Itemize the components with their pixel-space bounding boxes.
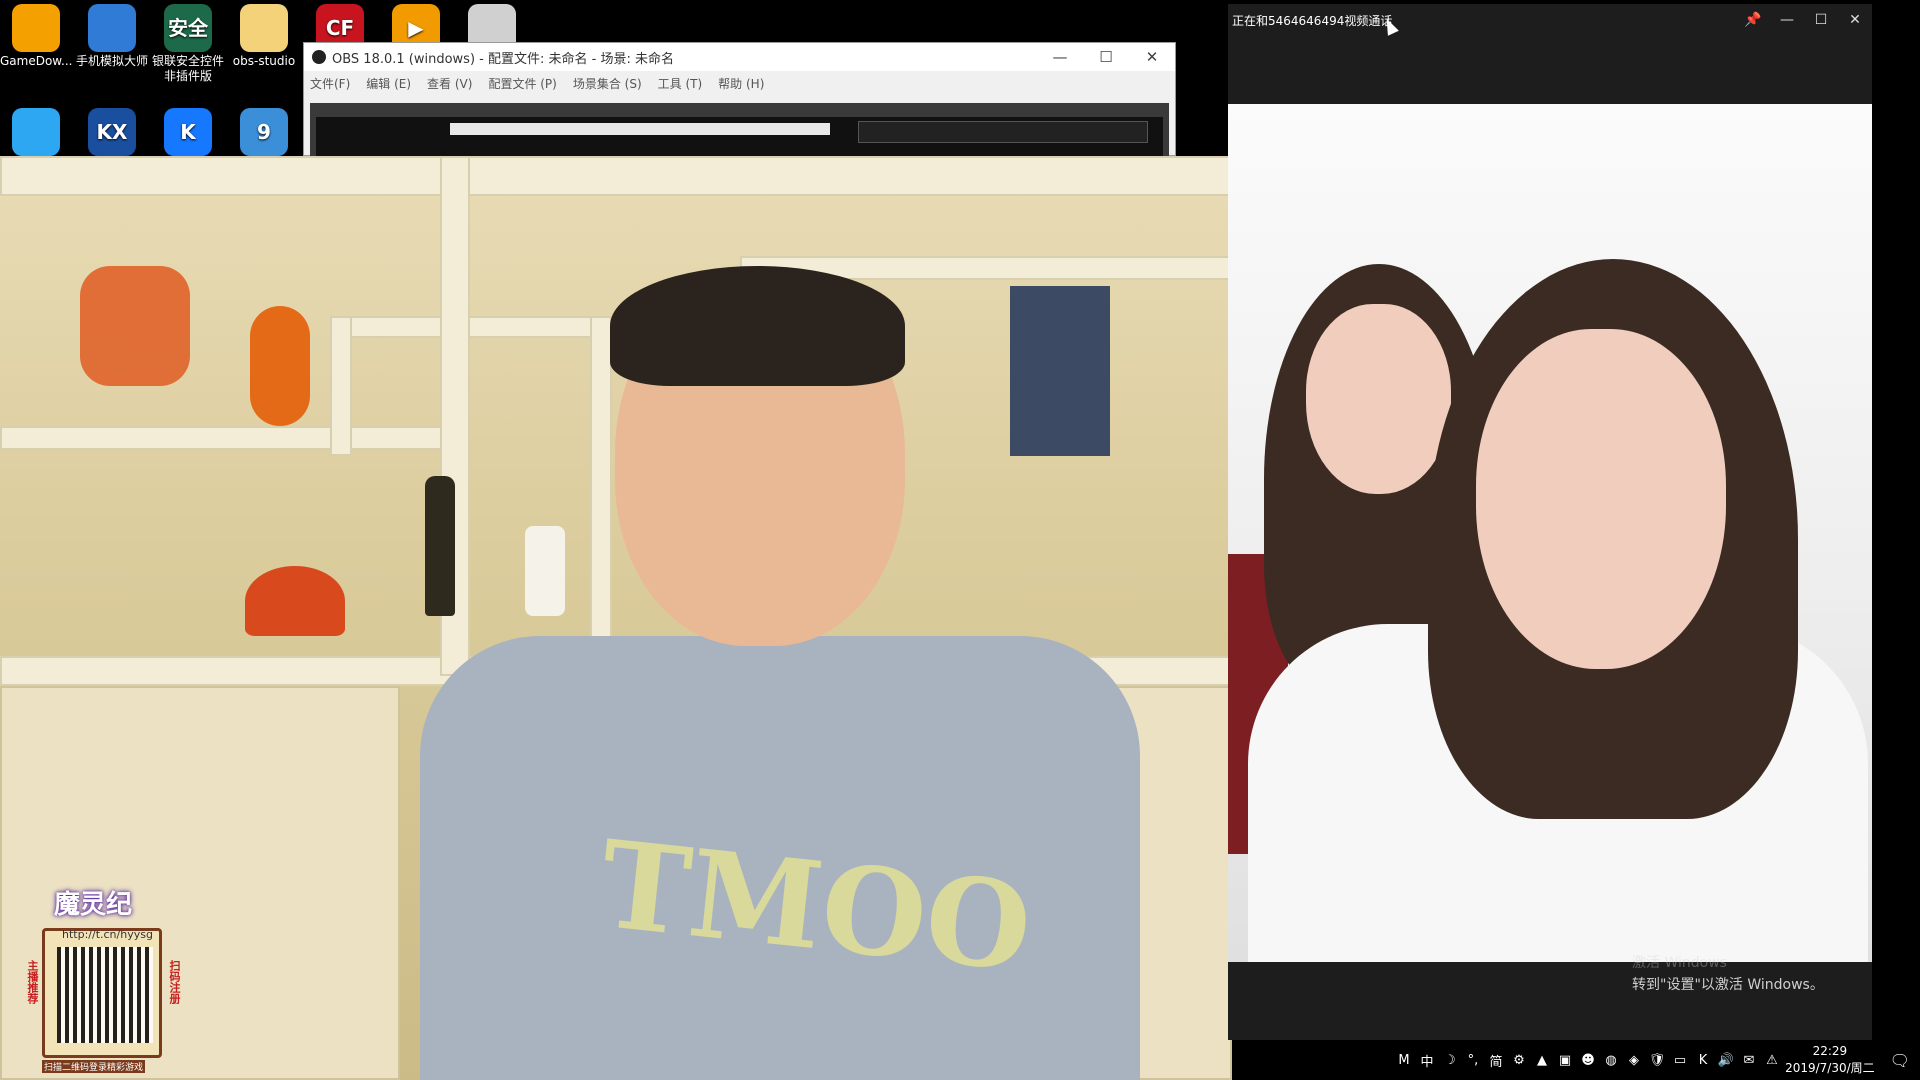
desktop-icon-label: obs-studio <box>232 54 296 68</box>
girl-back-face <box>1306 304 1451 494</box>
champagne-bottle <box>425 476 455 616</box>
qr-left-text: 主播推荐 <box>26 960 39 1004</box>
kx-app-icon: KX <box>88 108 136 156</box>
desktop-icon[interactable]: KX <box>76 104 148 158</box>
call-title: 正在和5464646494视频通话 <box>1232 13 1393 28</box>
shelf-top <box>0 156 1232 196</box>
obs-preview[interactable] <box>310 103 1169 157</box>
qr-title: 魔灵纪 <box>54 890 133 920</box>
desktop-icon[interactable]: K <box>152 104 224 158</box>
clock[interactable]: 22:29 2019/7/30/周二 <box>1780 1043 1880 1077</box>
desktop-icon[interactable]: 9 <box>228 104 300 158</box>
folder-icon <box>240 4 288 52</box>
tray-icon[interactable]: K <box>1695 1052 1711 1068</box>
menu-file[interactable]: 文件(F) <box>310 75 350 92</box>
qq-penguin-icon <box>12 108 60 156</box>
tray-icon[interactable]: ▲ <box>1534 1052 1550 1068</box>
person-hair <box>610 266 905 386</box>
desktop-icon[interactable]: 手机模拟大师 <box>76 0 148 69</box>
tray-icon[interactable]: ⚙ <box>1511 1052 1527 1068</box>
menu-tools[interactable]: 工具 (T) <box>658 75 703 92</box>
desktop-icon-label: 手机模拟大师 <box>76 54 149 68</box>
clock-date: 2019/7/30/周二 <box>1785 1061 1875 1075</box>
menu-scene-collection[interactable]: 场景集合 (S) <box>573 75 642 92</box>
qr-code <box>57 947 153 1043</box>
menu-profile[interactable]: 配置文件 (P) <box>488 75 556 92</box>
menu-help[interactable]: 帮助 (H) <box>718 75 764 92</box>
watermark-line2: 转到"设置"以激活 Windows。 <box>1632 977 1824 993</box>
desktop-icon[interactable]: 安全 银联安全控件非插件版 <box>152 0 224 84</box>
menu-view[interactable]: 查看 (V) <box>427 75 472 92</box>
gamedownloader-icon <box>12 4 60 52</box>
desktop-icon[interactable] <box>0 104 72 158</box>
call-titlebar[interactable]: 正在和5464646494视频通话 📌 — ☐ ✕ <box>1228 4 1872 36</box>
tray-icon[interactable]: °, <box>1465 1052 1481 1068</box>
call-close-button[interactable]: ✕ <box>1838 12 1872 28</box>
girl-front-face <box>1476 329 1726 669</box>
clock-time: 22:29 <box>1812 1044 1848 1058</box>
shelf-box-right <box>590 316 612 656</box>
video-call-window[interactable]: 正在和5464646494视频通话 📌 — ☐ ✕ <box>1228 4 1872 1040</box>
call-minimize-button[interactable]: — <box>1770 12 1804 28</box>
shield-icon: 安全 <box>164 4 212 52</box>
qr-frame <box>42 928 162 1058</box>
document-icon: 9 <box>240 108 288 156</box>
qr-right-text: 扫码注册 <box>168 960 181 1004</box>
tray-icon[interactable]: ☻ <box>1580 1052 1596 1068</box>
tray-icon[interactable]: 🔊 <box>1718 1052 1734 1068</box>
kugou-icon: K <box>164 108 212 156</box>
windows-activation-watermark: 激活 Windows 转到"设置"以激活 Windows。 <box>1632 952 1824 996</box>
qr-bottom-text: 扫描二维码登录精彩游戏 <box>42 1060 146 1073</box>
phone-emulator-icon <box>88 4 136 52</box>
remote-video[interactable] <box>1228 104 1872 962</box>
tray-icon[interactable]: 中 <box>1419 1052 1435 1070</box>
desktop-icon[interactable]: obs-studio <box>228 0 300 69</box>
obs-window[interactable]: OBS 18.0.1 (windows) - 配置文件: 未命名 - 场景: 未… <box>303 42 1176 157</box>
tray-icon[interactable]: ▭ <box>1672 1052 1688 1068</box>
tray-icon[interactable]: ☽ <box>1442 1052 1458 1068</box>
qr-promo-badge: 魔灵纪 http://t.cn/hyysg 主播推荐 扫码注册 扫描二维码登录精… <box>14 870 194 1073</box>
minimize-button[interactable]: — <box>1037 48 1083 66</box>
tray-icon[interactable]: ◈ <box>1626 1052 1642 1068</box>
tray-icon[interactable]: ⚠ <box>1764 1052 1780 1068</box>
watermark-line1: 激活 Windows <box>1632 955 1727 971</box>
snack-bags <box>80 266 190 386</box>
obs-title: OBS 18.0.1 (windows) - 配置文件: 未命名 - 场景: 未… <box>332 51 674 67</box>
taskbar: M 中 ☽ °, 简 ⚙ ▲ ▣ ☻ ◍ ◈ 🛡 ▭ K 🔊 ✉ ⚠ 22:29 2019/7/30/周二 🗨 <box>1380 1040 1920 1080</box>
tray-icon[interactable]: M <box>1396 1052 1412 1068</box>
desktop-icon-label: 银联安全控件非插件版 <box>152 54 225 83</box>
obs-logo-icon <box>312 50 326 64</box>
tray-icon[interactable]: ◍ <box>1603 1052 1619 1068</box>
shelf-box-top <box>330 316 610 338</box>
desktop-icon-label: GameDow... <box>0 54 73 68</box>
menu-edit[interactable]: 编辑 (E) <box>366 75 411 92</box>
red-hat <box>245 566 345 636</box>
tray-icon[interactable]: ▣ <box>1557 1052 1573 1068</box>
tray-icon[interactable]: 🛡 <box>1649 1052 1666 1068</box>
thermos <box>525 526 565 616</box>
pin-icon[interactable]: 📌 <box>1736 12 1770 28</box>
notification-center-icon[interactable]: 🗨 <box>1880 1051 1920 1070</box>
obs-titlebar[interactable]: OBS 18.0.1 (windows) - 配置文件: 未命名 - 场景: 未… <box>304 43 1175 71</box>
shelf-left <box>0 426 470 450</box>
teletubby-toy <box>250 306 310 426</box>
shelf-box-left <box>330 316 352 456</box>
desktop-icon[interactable]: GameDow... <box>0 0 72 69</box>
close-button[interactable]: ✕ <box>1129 48 1175 66</box>
maximize-button[interactable]: ☐ <box>1083 48 1129 66</box>
tray-icon[interactable]: ✉ <box>1741 1052 1757 1068</box>
obs-preview-window-thumb <box>450 123 830 135</box>
tray-icon[interactable]: 简 <box>1488 1052 1504 1070</box>
system-tray: M 中 ☽ °, 简 ⚙ ▲ ▣ ☻ ◍ ◈ 🛡 ▭ K 🔊 ✉ ⚠ <box>1380 1052 1780 1070</box>
obs-preview-call-thumb <box>858 121 1148 143</box>
poster-box <box>1010 286 1110 456</box>
obs-menubar: 文件(F) 编辑 (E) 查看 (V) 配置文件 (P) 场景集合 (S) 工具… <box>304 71 1175 95</box>
call-maximize-button[interactable]: ☐ <box>1804 12 1838 28</box>
qr-url: http://t.cn/hyysg <box>62 928 153 941</box>
